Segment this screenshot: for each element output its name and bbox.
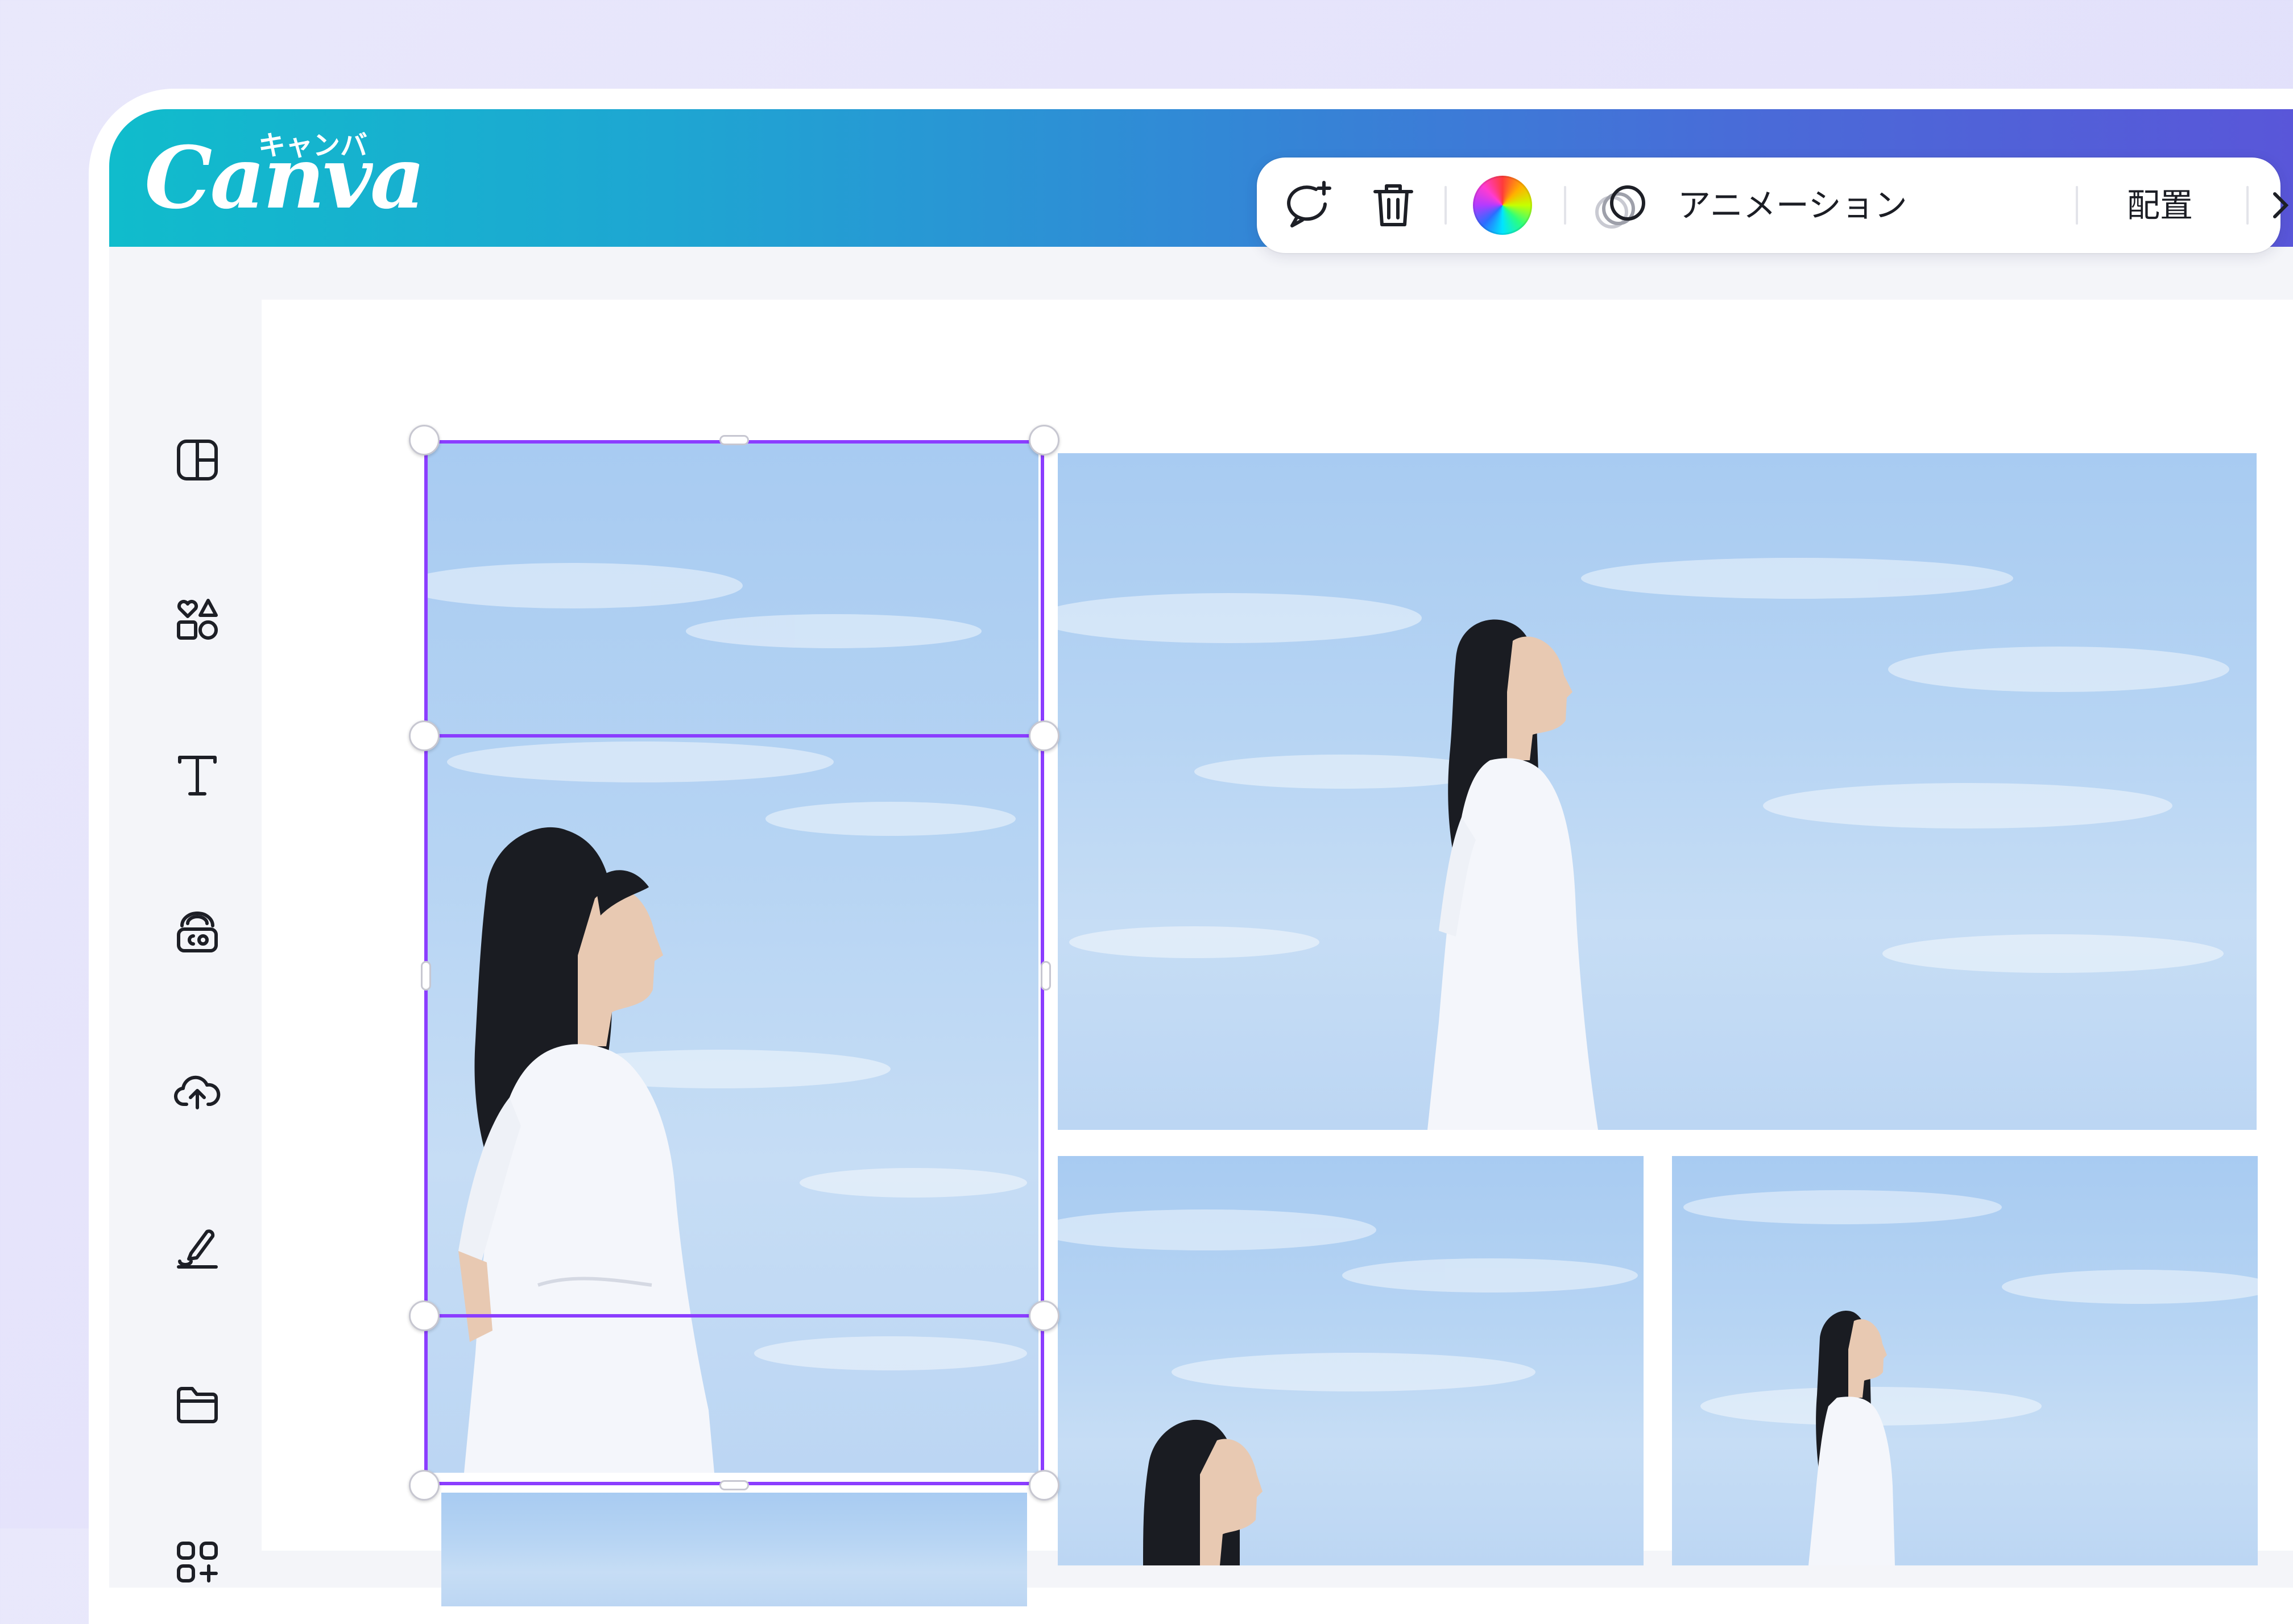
context-toolbar: アニメーション 配置 xyxy=(1257,158,2289,253)
selection-frame xyxy=(424,440,1044,1485)
photo-woman-sky-bottom-right[interactable] xyxy=(1672,1156,2258,1565)
toolbar-divider xyxy=(1564,186,1566,225)
design-canvas[interactable] xyxy=(262,300,2293,1606)
animation-button[interactable]: アニメーション xyxy=(1678,186,1907,225)
text-icon[interactable] xyxy=(172,749,223,801)
elements-shapes-icon[interactable] xyxy=(172,593,223,644)
position-button[interactable]: 配置 xyxy=(2127,186,2193,225)
left-sidebar xyxy=(109,247,287,1588)
trash-icon[interactable] xyxy=(1365,177,1422,234)
animation-icon[interactable] xyxy=(1592,177,1655,234)
add-comment-icon[interactable] xyxy=(1280,177,1336,234)
resize-handle-bottom-right[interactable] xyxy=(1029,1470,1059,1501)
photo-woman-sky-wide[interactable] xyxy=(1058,453,2257,1130)
resize-handle-bottom-left[interactable] xyxy=(409,1470,440,1501)
resize-handle-bottom[interactable] xyxy=(719,1480,749,1490)
photo-bottom-partial[interactable] xyxy=(441,1493,1027,1606)
layout-panel-icon[interactable] xyxy=(172,434,223,486)
color-picker-icon[interactable] xyxy=(1473,176,1535,235)
upload-cloud-icon[interactable] xyxy=(172,1064,223,1116)
brand-kit-icon[interactable] xyxy=(172,906,223,958)
resize-handle-top[interactable] xyxy=(719,435,749,445)
crop-handle-right-lower[interactable] xyxy=(1029,1300,1059,1331)
crop-handle-right-upper[interactable] xyxy=(1029,720,1059,751)
resize-handle-right[interactable] xyxy=(1041,961,1051,991)
folder-icon[interactable] xyxy=(172,1378,223,1430)
toolbar-divider xyxy=(2246,186,2249,225)
crop-line-top xyxy=(424,734,1044,738)
resize-handle-top-left[interactable] xyxy=(409,425,440,455)
crop-line-bottom xyxy=(424,1314,1044,1318)
draw-pen-icon[interactable] xyxy=(172,1221,223,1273)
resize-handle-top-right[interactable] xyxy=(1029,425,1059,455)
resize-handle-left[interactable] xyxy=(421,961,431,991)
chevron-right-icon[interactable] xyxy=(2269,177,2292,234)
crop-handle-left-lower[interactable] xyxy=(409,1300,440,1331)
toolbar-divider xyxy=(2076,186,2078,225)
toolbar-divider xyxy=(1444,186,1447,225)
canva-logo-kana: キャンバ xyxy=(258,130,368,161)
apps-add-icon[interactable] xyxy=(172,1536,223,1588)
crop-handle-left-upper[interactable] xyxy=(409,720,440,751)
photo-woman-sky-bottom-left[interactable] xyxy=(1058,1156,1644,1565)
